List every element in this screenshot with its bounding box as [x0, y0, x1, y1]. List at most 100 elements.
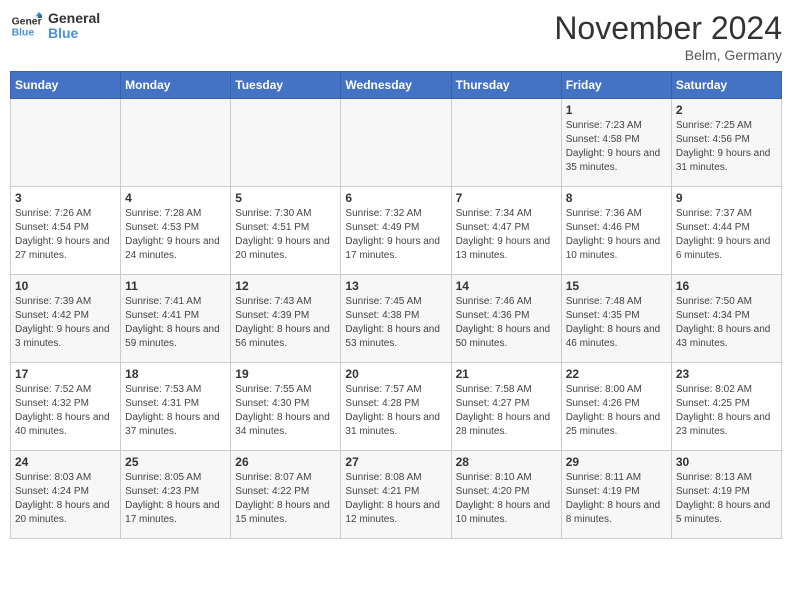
weekday-header-tuesday: Tuesday — [231, 72, 341, 99]
day-info: Sunrise: 7:41 AM Sunset: 4:41 PM Dayligh… — [125, 295, 226, 351]
day-info: Sunrise: 7:46 AM Sunset: 4:36 PM Dayligh… — [456, 295, 557, 351]
day-number: 8 — [566, 191, 667, 205]
day-number: 7 — [456, 191, 557, 205]
weekday-header-saturday: Saturday — [671, 72, 781, 99]
weekday-header-thursday: Thursday — [451, 72, 561, 99]
calendar-cell: 4 Sunrise: 7:28 AM Sunset: 4:53 PM Daylig… — [121, 187, 231, 275]
calendar-cell: 17 Sunrise: 7:52 AM Sunset: 4:32 PM Dayli… — [11, 363, 121, 451]
calendar-cell: 28 Sunrise: 8:10 AM Sunset: 4:20 PM Dayli… — [451, 451, 561, 539]
logo-blue: Blue — [48, 26, 100, 41]
day-info: Sunrise: 8:00 AM Sunset: 4:26 PM Dayligh… — [566, 383, 667, 439]
day-number: 21 — [456, 367, 557, 381]
day-info: Sunrise: 8:08 AM Sunset: 4:21 PM Dayligh… — [345, 471, 446, 527]
day-number: 17 — [15, 367, 116, 381]
day-info: Sunrise: 7:23 AM Sunset: 4:58 PM Dayligh… — [566, 119, 667, 175]
title-block: November 2024 Belm, Germany — [554, 10, 782, 63]
svg-text:General: General — [12, 16, 42, 27]
svg-text:Blue: Blue — [12, 28, 35, 39]
calendar-week-3: 10 Sunrise: 7:39 AM Sunset: 4:42 PM Dayli… — [11, 275, 782, 363]
day-number: 20 — [345, 367, 446, 381]
calendar-cell: 1 Sunrise: 7:23 AM Sunset: 4:58 PM Daylig… — [561, 99, 671, 187]
day-number: 25 — [125, 455, 226, 469]
calendar-table: SundayMondayTuesdayWednesdayThursdayFrid… — [10, 71, 782, 539]
location: Belm, Germany — [554, 47, 782, 63]
calendar-cell: 2Sunrise: 7:25 AM Sunset: 4:56 PM Daylig… — [671, 99, 781, 187]
calendar-cell — [231, 99, 341, 187]
day-info: Sunrise: 8:10 AM Sunset: 4:20 PM Dayligh… — [456, 471, 557, 527]
day-info: Sunrise: 7:25 AM Sunset: 4:56 PM Dayligh… — [676, 119, 777, 175]
calendar-cell: 23 Sunrise: 8:02 AM Sunset: 4:25 PM Dayli… — [671, 363, 781, 451]
calendar-cell: 24 Sunrise: 8:03 AM Sunset: 4:24 PM Dayli… — [11, 451, 121, 539]
day-number: 23 — [676, 367, 777, 381]
calendar-cell: 21 Sunrise: 7:58 AM Sunset: 4:27 PM Dayli… — [451, 363, 561, 451]
day-info: Sunrise: 7:52 AM Sunset: 4:32 PM Dayligh… — [15, 383, 116, 439]
day-number: 22 — [566, 367, 667, 381]
day-info: Sunrise: 7:30 AM Sunset: 4:51 PM Dayligh… — [235, 207, 336, 263]
day-info: Sunrise: 7:28 AM Sunset: 4:53 PM Dayligh… — [125, 207, 226, 263]
calendar-cell: 20 Sunrise: 7:57 AM Sunset: 4:28 PM Dayli… — [341, 363, 451, 451]
page-header: General Blue General Blue November 2024 … — [10, 10, 782, 63]
day-number: 1 — [566, 103, 667, 117]
day-number: 9 — [676, 191, 777, 205]
day-number: 19 — [235, 367, 336, 381]
day-number: 24 — [15, 455, 116, 469]
calendar-cell: 19 Sunrise: 7:55 AM Sunset: 4:30 PM Dayli… — [231, 363, 341, 451]
weekday-header-row: SundayMondayTuesdayWednesdayThursdayFrid… — [11, 72, 782, 99]
day-info: Sunrise: 7:58 AM Sunset: 4:27 PM Dayligh… — [456, 383, 557, 439]
day-info: Sunrise: 7:57 AM Sunset: 4:28 PM Dayligh… — [345, 383, 446, 439]
calendar-cell: 8Sunrise: 7:36 AM Sunset: 4:46 PM Daylig… — [561, 187, 671, 275]
calendar-cell — [341, 99, 451, 187]
logo-icon: General Blue — [10, 10, 42, 42]
day-number: 4 — [125, 191, 226, 205]
calendar-cell: 22 Sunrise: 8:00 AM Sunset: 4:26 PM Dayli… — [561, 363, 671, 451]
day-number: 16 — [676, 279, 777, 293]
day-info: Sunrise: 8:11 AM Sunset: 4:19 PM Dayligh… — [566, 471, 667, 527]
day-info: Sunrise: 7:48 AM Sunset: 4:35 PM Dayligh… — [566, 295, 667, 351]
month-title: November 2024 — [554, 10, 782, 47]
calendar-cell: 11Sunrise: 7:41 AM Sunset: 4:41 PM Dayli… — [121, 275, 231, 363]
day-number: 3 — [15, 191, 116, 205]
day-info: Sunrise: 8:02 AM Sunset: 4:25 PM Dayligh… — [676, 383, 777, 439]
calendar-cell — [451, 99, 561, 187]
weekday-header-monday: Monday — [121, 72, 231, 99]
calendar-cell: 14 Sunrise: 7:46 AM Sunset: 4:36 PM Dayli… — [451, 275, 561, 363]
calendar-cell: 27 Sunrise: 8:08 AM Sunset: 4:21 PM Dayli… — [341, 451, 451, 539]
calendar-cell: 26 Sunrise: 8:07 AM Sunset: 4:22 PM Dayli… — [231, 451, 341, 539]
calendar-cell: 30 Sunrise: 8:13 AM Sunset: 4:19 PM Dayli… — [671, 451, 781, 539]
weekday-header-sunday: Sunday — [11, 72, 121, 99]
day-number: 28 — [456, 455, 557, 469]
calendar-cell: 6 Sunrise: 7:32 AM Sunset: 4:49 PM Daylig… — [341, 187, 451, 275]
day-info: Sunrise: 8:07 AM Sunset: 4:22 PM Dayligh… — [235, 471, 336, 527]
day-info: Sunrise: 8:13 AM Sunset: 4:19 PM Dayligh… — [676, 471, 777, 527]
calendar-cell: 9 Sunrise: 7:37 AM Sunset: 4:44 PM Daylig… — [671, 187, 781, 275]
day-number: 18 — [125, 367, 226, 381]
day-info: Sunrise: 7:53 AM Sunset: 4:31 PM Dayligh… — [125, 383, 226, 439]
day-info: Sunrise: 7:32 AM Sunset: 4:49 PM Dayligh… — [345, 207, 446, 263]
day-number: 29 — [566, 455, 667, 469]
day-number: 6 — [345, 191, 446, 205]
day-number: 30 — [676, 455, 777, 469]
day-number: 26 — [235, 455, 336, 469]
day-info: Sunrise: 8:03 AM Sunset: 4:24 PM Dayligh… — [15, 471, 116, 527]
day-number: 27 — [345, 455, 446, 469]
day-number: 13 — [345, 279, 446, 293]
day-info: Sunrise: 7:55 AM Sunset: 4:30 PM Dayligh… — [235, 383, 336, 439]
calendar-cell: 25 Sunrise: 8:05 AM Sunset: 4:23 PM Dayli… — [121, 451, 231, 539]
day-info: Sunrise: 7:37 AM Sunset: 4:44 PM Dayligh… — [676, 207, 777, 263]
day-number: 14 — [456, 279, 557, 293]
day-number: 10 — [15, 279, 116, 293]
logo-general: General — [48, 11, 100, 26]
calendar-cell: 15 Sunrise: 7:48 AM Sunset: 4:35 PM Dayli… — [561, 275, 671, 363]
weekday-header-wednesday: Wednesday — [341, 72, 451, 99]
calendar-cell: 5 Sunrise: 7:30 AM Sunset: 4:51 PM Daylig… — [231, 187, 341, 275]
calendar-body: 1 Sunrise: 7:23 AM Sunset: 4:58 PM Daylig… — [11, 99, 782, 539]
calendar-week-1: 1 Sunrise: 7:23 AM Sunset: 4:58 PM Daylig… — [11, 99, 782, 187]
day-number: 15 — [566, 279, 667, 293]
day-info: Sunrise: 7:39 AM Sunset: 4:42 PM Dayligh… — [15, 295, 116, 351]
day-number: 5 — [235, 191, 336, 205]
day-info: Sunrise: 7:45 AM Sunset: 4:38 PM Dayligh… — [345, 295, 446, 351]
day-info: Sunrise: 8:05 AM Sunset: 4:23 PM Dayligh… — [125, 471, 226, 527]
calendar-week-2: 3Sunrise: 7:26 AM Sunset: 4:54 PM Daylig… — [11, 187, 782, 275]
day-info: Sunrise: 7:43 AM Sunset: 4:39 PM Dayligh… — [235, 295, 336, 351]
day-number: 12 — [235, 279, 336, 293]
